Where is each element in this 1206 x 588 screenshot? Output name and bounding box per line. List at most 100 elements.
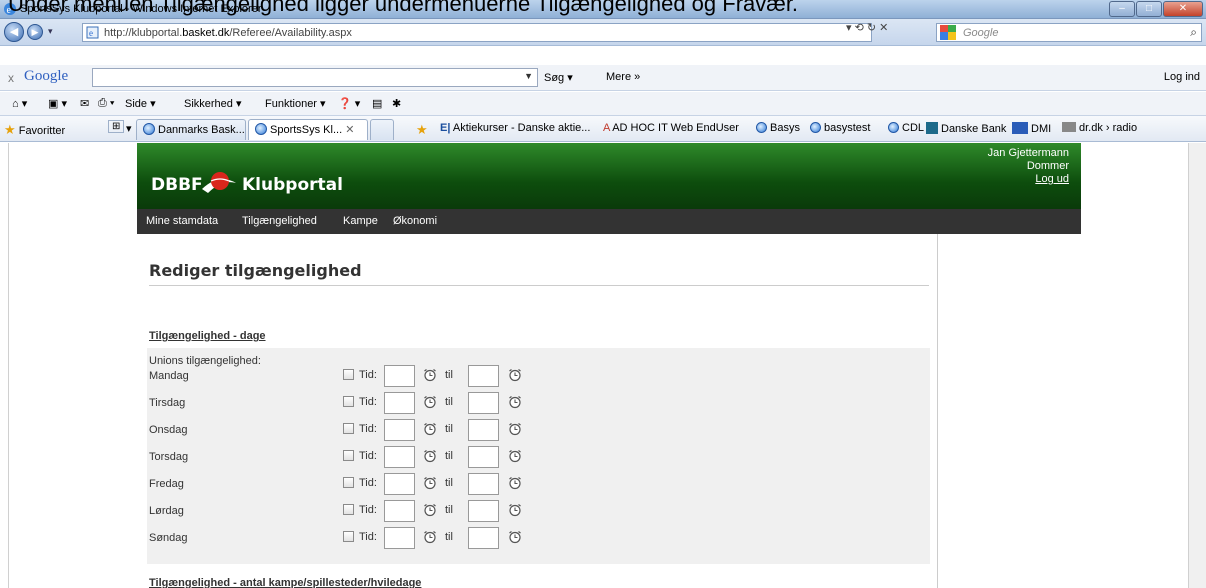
- address-tools[interactable]: ▾ ⟲ ↻ ✕: [846, 21, 888, 34]
- day-checkbox[interactable]: [343, 450, 354, 461]
- favorites-bar: ★ Favoritter ⊞ ▾ Danmarks Bask... Sports…: [0, 116, 1206, 142]
- clock-icon[interactable]: [508, 368, 522, 385]
- minimize-button[interactable]: –: [1109, 1, 1135, 17]
- login-link[interactable]: Log ind: [1164, 71, 1200, 83]
- day-row: Tirsdag Tid: til: [147, 390, 930, 417]
- time-from-input[interactable]: [384, 392, 415, 414]
- fav-drdk[interactable]: dr.dk › radio: [1062, 122, 1137, 134]
- feeds-icon[interactable]: ▣ ▾: [48, 97, 67, 110]
- google-toolbar: x Google ▼ Søg ▾ Mere » Log ind: [0, 65, 1206, 91]
- day-checkbox[interactable]: [343, 477, 354, 488]
- fav-cdl[interactable]: CDL: [888, 122, 924, 134]
- chevron-down-icon[interactable]: ▼: [524, 71, 533, 81]
- clock-icon[interactable]: [423, 395, 437, 412]
- fav-danske-bank[interactable]: Danske Bank: [926, 122, 1006, 135]
- time-from-input[interactable]: [384, 500, 415, 522]
- menu-side[interactable]: Side ▾: [125, 97, 156, 110]
- time-from-input[interactable]: [384, 446, 415, 468]
- menu-kampe[interactable]: Kampe: [343, 215, 378, 227]
- menu-mine-stamdata[interactable]: Mine stamdata: [146, 215, 218, 227]
- time-label: Tid:: [359, 531, 377, 543]
- menu-funktioner[interactable]: Funktioner ▾: [265, 97, 326, 110]
- url-text: http://klubportal.basket.dk/Referee/Avai…: [104, 27, 352, 39]
- day-label: Torsdag: [149, 451, 189, 463]
- fav-dmi[interactable]: DMI: [1012, 122, 1051, 135]
- tab-sportssys[interactable]: SportsSys Kl... ✕: [248, 119, 368, 140]
- time-from-input[interactable]: [384, 527, 415, 549]
- clock-icon[interactable]: [423, 368, 437, 385]
- clock-icon[interactable]: [508, 476, 522, 493]
- time-to-input[interactable]: [468, 527, 499, 549]
- time-to-input[interactable]: [468, 365, 499, 387]
- quick-tabs-icon[interactable]: ⊞: [108, 120, 125, 133]
- time-label: Tid:: [359, 423, 377, 435]
- time-to-input[interactable]: [468, 500, 499, 522]
- clock-icon[interactable]: [508, 449, 522, 466]
- day-checkbox[interactable]: [343, 423, 354, 434]
- forward-button[interactable]: ▶: [27, 24, 43, 40]
- more-button[interactable]: Mere »: [606, 71, 640, 83]
- clock-icon[interactable]: [423, 530, 437, 547]
- add-favorite-icon[interactable]: ★: [416, 122, 428, 138]
- tab-list-icon[interactable]: ▾: [126, 122, 132, 135]
- command-bar: ⌂ ▾ ▣ ▾ ✉ ⎙ ▾ Side ▾ Sikkerhed ▾ Funktio…: [0, 92, 1206, 116]
- menu-okonomi[interactable]: Økonomi: [393, 215, 437, 227]
- tab-danmarks[interactable]: Danmarks Bask...: [136, 119, 246, 140]
- clock-icon[interactable]: [508, 395, 522, 412]
- history-dropdown-icon[interactable]: ▾: [48, 26, 53, 37]
- logout-link[interactable]: Log ud: [988, 173, 1069, 186]
- time-to-input[interactable]: [468, 446, 499, 468]
- favorites-button[interactable]: ★ Favoritter: [4, 122, 65, 138]
- time-from-input[interactable]: [384, 365, 415, 387]
- clock-icon[interactable]: [423, 503, 437, 520]
- time-from-input[interactable]: [384, 419, 415, 441]
- address-bar[interactable]: e http://klubportal.basket.dk/Referee/Av…: [82, 23, 872, 42]
- home-icon[interactable]: ⌂ ▾: [12, 97, 27, 110]
- menu-sikkerhed[interactable]: Sikkerhed ▾: [184, 97, 242, 110]
- clock-icon[interactable]: [508, 422, 522, 439]
- fav-basystest[interactable]: basystest: [810, 122, 870, 134]
- fav-aktiekurser[interactable]: E| Aktiekurser - Danske aktie...: [440, 122, 590, 134]
- mail-icon[interactable]: ✉: [80, 97, 89, 110]
- fav-adhoc[interactable]: A AD HOC IT Web EndUser: [603, 122, 739, 134]
- search-icon[interactable]: ⌕: [1190, 25, 1197, 40]
- google-toolbar-close[interactable]: x: [8, 71, 14, 85]
- fav-basys[interactable]: Basys: [756, 122, 800, 134]
- til-label: til: [445, 396, 453, 408]
- search-box[interactable]: Google ⌕: [936, 23, 1202, 42]
- time-to-input[interactable]: [468, 473, 499, 495]
- day-row: Mandag Tid: til: [147, 363, 930, 390]
- new-tab-button[interactable]: [370, 119, 394, 140]
- day-checkbox[interactable]: [343, 396, 354, 407]
- search-placeholder: Google: [963, 27, 999, 39]
- time-to-input[interactable]: [468, 392, 499, 414]
- right-column: [938, 234, 1081, 588]
- time-label: Tid:: [359, 504, 377, 516]
- time-from-input[interactable]: [384, 473, 415, 495]
- research-icon[interactable]: ▤: [372, 97, 382, 110]
- google-search-button[interactable]: Søg ▾: [544, 71, 573, 84]
- day-checkbox[interactable]: [343, 504, 354, 515]
- day-label: Tirsdag: [149, 397, 186, 409]
- back-button[interactable]: ◀: [4, 22, 24, 42]
- clock-icon[interactable]: [508, 530, 522, 547]
- left-border: [8, 143, 9, 588]
- help-icon[interactable]: ❓ ▾: [338, 97, 360, 110]
- google-search-input[interactable]: ▼: [92, 68, 538, 87]
- scrollbar[interactable]: [1188, 143, 1206, 588]
- clock-icon[interactable]: [423, 422, 437, 439]
- maximize-button[interactable]: □: [1136, 1, 1162, 17]
- clock-icon[interactable]: [423, 449, 437, 466]
- print-icon[interactable]: ⎙ ▾: [98, 97, 114, 110]
- day-checkbox[interactable]: [343, 369, 354, 380]
- clock-icon[interactable]: [508, 503, 522, 520]
- menu-tilgaengelighed[interactable]: Tilgængelighed: [242, 215, 317, 227]
- til-label: til: [445, 450, 453, 462]
- close-button[interactable]: ✕: [1163, 1, 1203, 17]
- clock-icon[interactable]: [423, 476, 437, 493]
- bluetooth-icon[interactable]: ✱: [392, 97, 401, 110]
- close-tab-icon[interactable]: ✕: [345, 124, 354, 136]
- day-checkbox[interactable]: [343, 531, 354, 542]
- basketball-logo-icon: [202, 172, 236, 193]
- time-to-input[interactable]: [468, 419, 499, 441]
